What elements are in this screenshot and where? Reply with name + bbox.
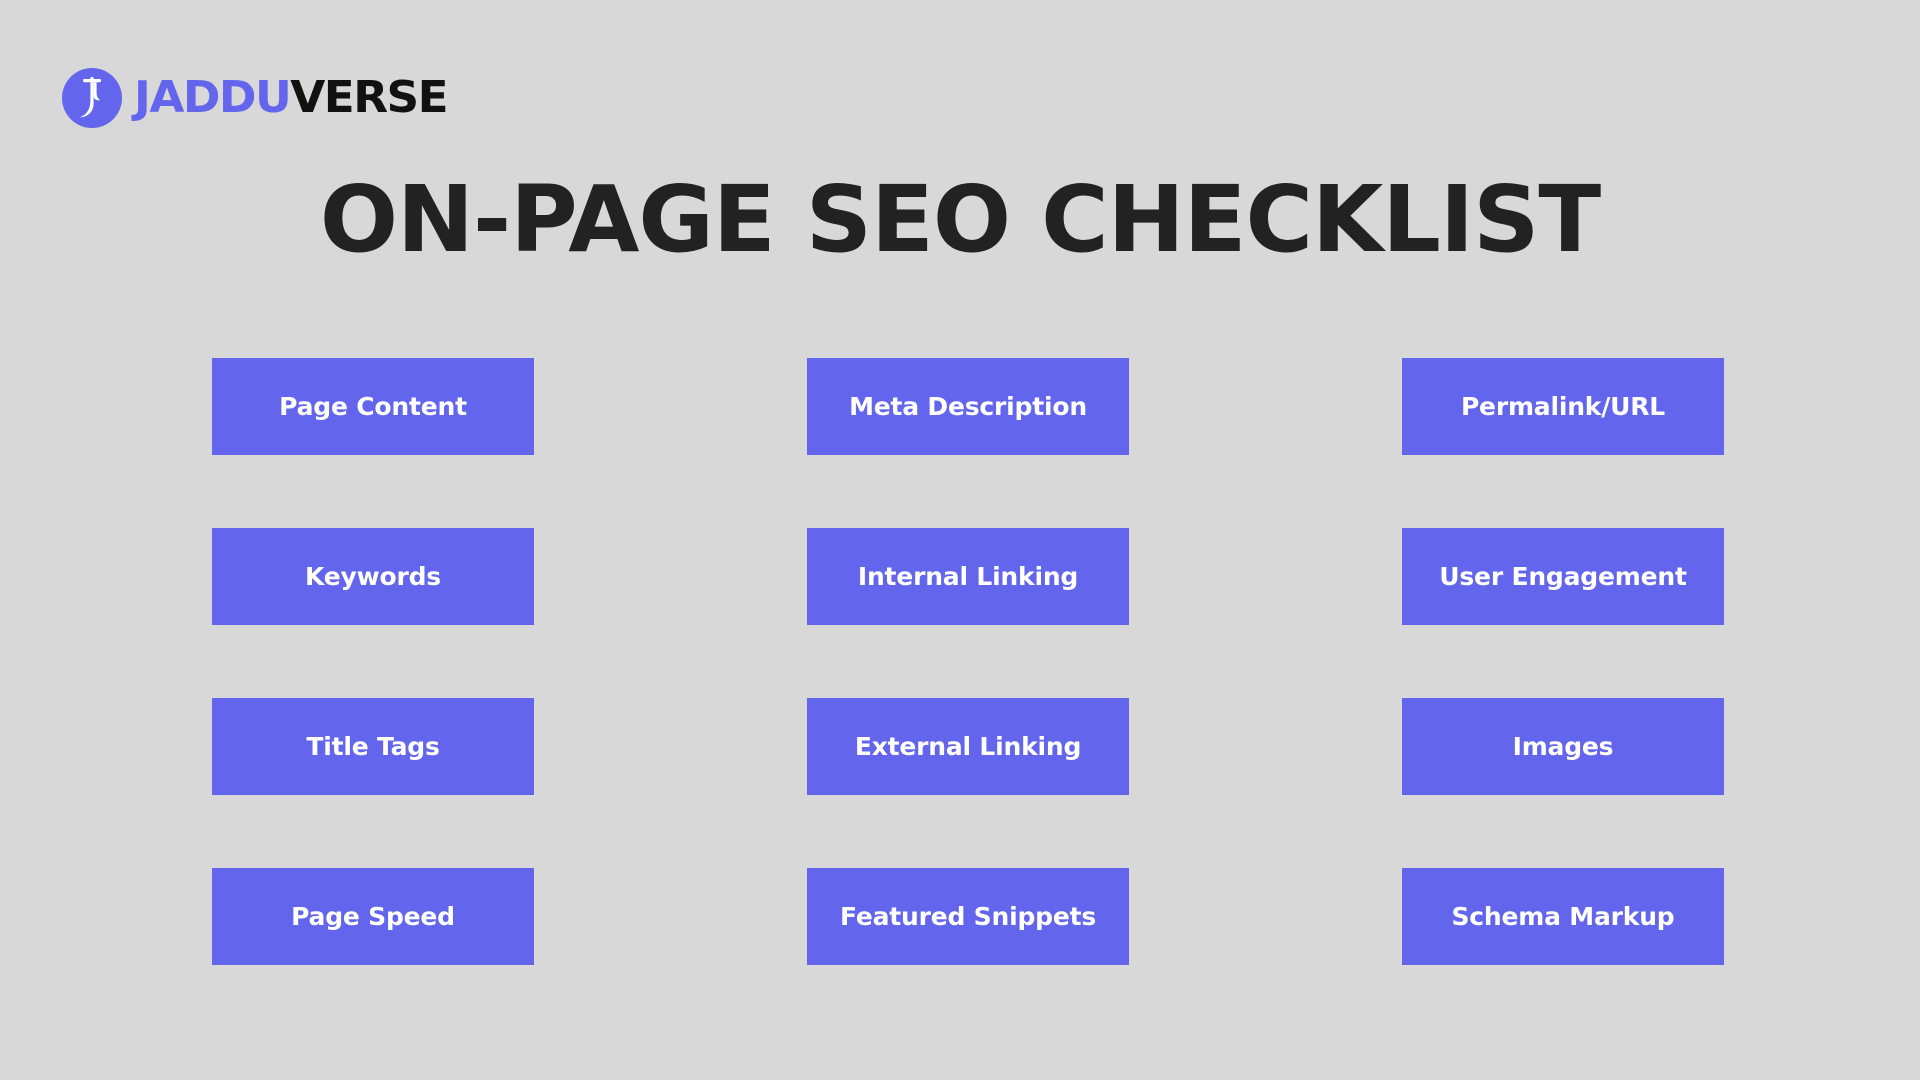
checklist-item-permalink-url[interactable]: Permalink/URL (1402, 358, 1724, 455)
brand-logo[interactable]: JADDUVERSE (62, 62, 449, 134)
page-title: ON-PAGE SEO CHECKLIST (319, 166, 1601, 273)
checklist-item-schema-markup[interactable]: Schema Markup (1402, 868, 1724, 965)
checklist-item-user-engagement[interactable]: User Engagement (1402, 528, 1724, 625)
brand-wordmark-secondary: VERSE (290, 72, 448, 123)
checklist-item-meta-description[interactable]: Meta Description (807, 358, 1129, 455)
checklist-item-keywords[interactable]: Keywords (212, 528, 534, 625)
checklist-item-external-linking[interactable]: External Linking (807, 698, 1129, 795)
jadduverse-flute-monogram-icon (62, 68, 122, 128)
checklist-grid: Page Content Meta Description Permalink/… (212, 358, 1724, 965)
checklist-item-featured-snippets[interactable]: Featured Snippets (807, 868, 1129, 965)
brand-wordmark-primary: JADDU (134, 72, 292, 123)
checklist-item-page-content[interactable]: Page Content (212, 358, 534, 455)
checklist-item-page-speed[interactable]: Page Speed (212, 868, 534, 965)
brand-wordmark: JADDUVERSE (134, 76, 449, 120)
checklist-item-images[interactable]: Images (1402, 698, 1724, 795)
checklist-item-internal-linking[interactable]: Internal Linking (807, 528, 1129, 625)
checklist-item-title-tags[interactable]: Title Tags (212, 698, 534, 795)
